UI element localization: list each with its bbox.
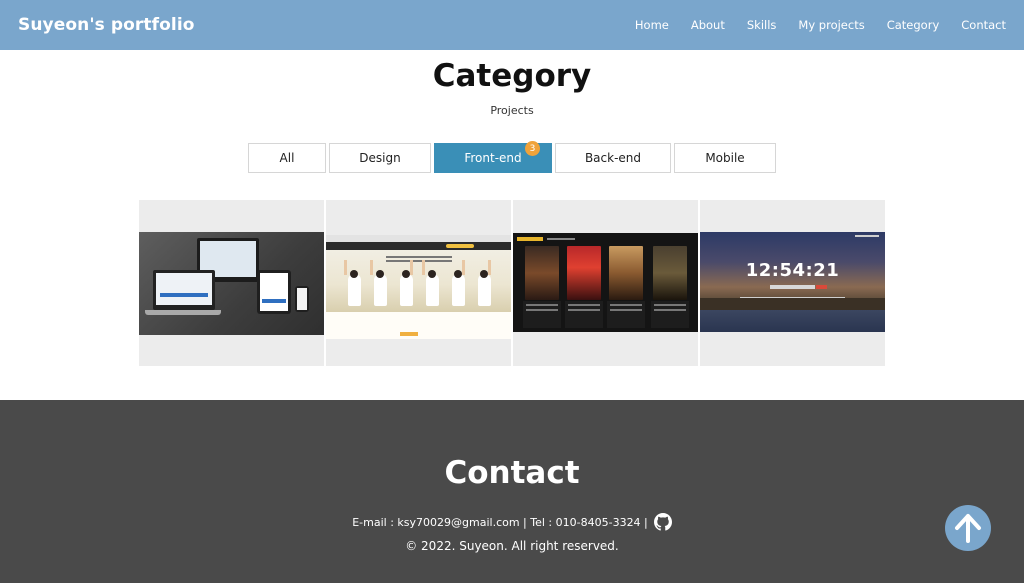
- filter-label: Design: [359, 151, 401, 165]
- thumbnail-clock-text: 12:54:21: [745, 260, 840, 281]
- arrow-up-icon: [955, 514, 981, 543]
- filter-all[interactable]: All: [248, 143, 326, 173]
- project-card-devices-mockup[interactable]: [139, 200, 324, 366]
- project-thumbnail: 12:54:21: [700, 232, 885, 332]
- nav-item-home[interactable]: Home: [635, 18, 669, 32]
- nav-item-category[interactable]: Category: [887, 18, 940, 32]
- project-card-popular-movies[interactable]: [513, 200, 698, 366]
- filter-label: Front-end: [464, 151, 522, 165]
- github-icon[interactable]: [653, 513, 672, 531]
- filter-design[interactable]: Design: [329, 143, 431, 173]
- nav-item-my-projects[interactable]: My projects: [798, 18, 864, 32]
- project-thumbnail: [326, 235, 511, 339]
- nav-item-about[interactable]: About: [691, 18, 725, 32]
- project-card-momentum-clock[interactable]: 12:54:21: [700, 200, 885, 366]
- category-filters: All Design Front-end 3 Back-end Mobile: [248, 141, 779, 173]
- nav-item-skills[interactable]: Skills: [747, 18, 777, 32]
- contact-info: E-mail : ksy70029@gmail.com | Tel : 010-…: [0, 513, 1024, 531]
- brand-logo[interactable]: Suyeon's portfolio: [18, 15, 195, 35]
- filter-back-end[interactable]: Back-end: [555, 143, 671, 173]
- scroll-to-top-button[interactable]: [945, 505, 991, 551]
- filter-front-end[interactable]: Front-end 3: [434, 141, 552, 173]
- project-grid: 12:54:21: [139, 200, 885, 366]
- nav-menu: Home About Skills My projects Category C…: [635, 18, 1006, 32]
- category-subtitle: Projects: [490, 104, 534, 117]
- nav-item-contact[interactable]: Contact: [961, 18, 1006, 32]
- project-thumbnail: [513, 233, 698, 332]
- contact-footer: Contact E-mail : ksy70029@gmail.com | Te…: [0, 400, 1024, 583]
- category-title: Category: [432, 58, 592, 94]
- filter-mobile[interactable]: Mobile: [674, 143, 776, 173]
- filter-label: Back-end: [584, 151, 642, 165]
- filter-label: All: [279, 151, 295, 165]
- contact-info-text: E-mail : ksy70029@gmail.com | Tel : 010-…: [352, 515, 648, 529]
- project-card-volunteer-website[interactable]: [326, 200, 511, 366]
- project-thumbnail: [139, 232, 324, 335]
- contact-title: Contact: [444, 455, 580, 491]
- copyright-text: © 2022. Suyeon. All right reserved.: [405, 539, 619, 553]
- filter-label: Mobile: [705, 151, 745, 165]
- filter-count-badge: 3: [525, 141, 540, 156]
- navbar: Suyeon's portfolio Home About Skills My …: [0, 0, 1024, 50]
